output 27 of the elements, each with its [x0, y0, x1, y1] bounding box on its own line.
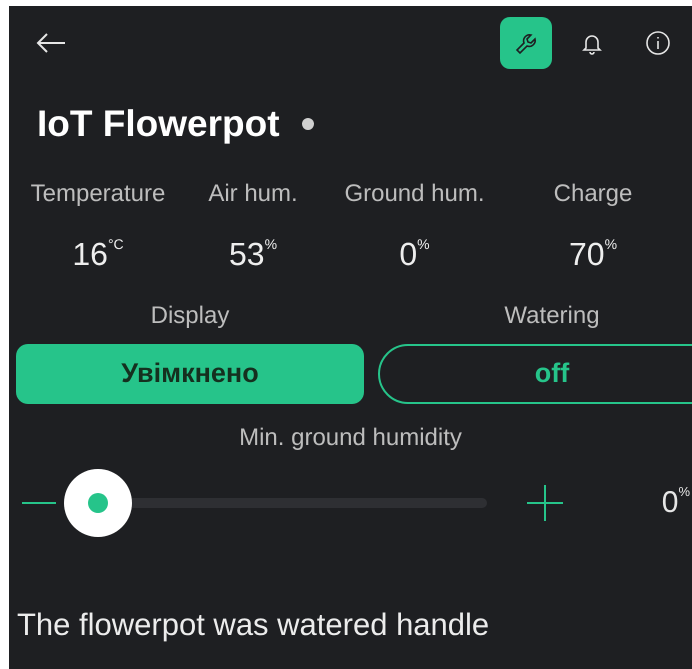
- unit-label: %: [604, 234, 618, 254]
- stat-value: 0: [399, 234, 418, 274]
- toggle-label: Watering: [504, 300, 600, 330]
- toggle-button[interactable]: off: [378, 344, 692, 404]
- slider-value: 0: [662, 485, 678, 521]
- unit-label: %: [678, 483, 690, 501]
- wrench-button[interactable]: [500, 17, 552, 69]
- unit-label: °C: [108, 234, 124, 254]
- unit-label: %: [264, 234, 278, 254]
- status-message: The flowerpot was watered handle: [17, 606, 490, 642]
- stat-label: Temperature: [30, 178, 166, 208]
- page-title: IoT Flowerpot: [37, 102, 280, 146]
- slider-track[interactable]: [132, 498, 487, 508]
- minus-button[interactable]: [22, 502, 56, 504]
- plus-button[interactable]: [527, 484, 563, 520]
- stat-label: Charge: [554, 178, 632, 208]
- stat-label: Air hum.: [208, 178, 298, 208]
- unit-label: %: [417, 234, 430, 254]
- back-icon[interactable]: [36, 33, 66, 53]
- stat-label: Ground hum.: [344, 178, 485, 208]
- toggle-label: Display: [150, 300, 230, 330]
- stat-value: 53: [228, 234, 265, 274]
- stat-value: 70: [568, 234, 605, 274]
- toggle-button[interactable]: Увімкнено: [16, 344, 364, 404]
- info-icon: [645, 30, 671, 56]
- stat-value: 16: [72, 234, 108, 274]
- slider-label: Min. ground humidity: [239, 424, 462, 450]
